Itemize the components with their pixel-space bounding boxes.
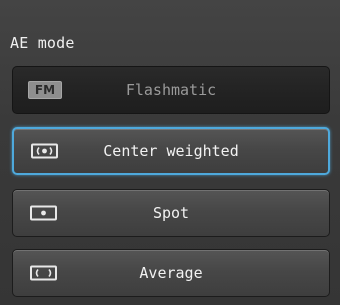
option-label: Center weighted	[103, 142, 239, 160]
option-label: Flashmatic	[125, 81, 217, 99]
option-flashmatic[interactable]: FM Flashmatic	[12, 66, 330, 114]
ae-mode-screen: AE mode FM Flashmatic Center weighted Sp…	[0, 0, 340, 305]
option-average[interactable]: Average	[12, 249, 330, 297]
option-label: Spot	[152, 204, 190, 222]
option-spot[interactable]: Spot	[12, 189, 330, 237]
option-label: Average	[139, 264, 203, 282]
page-title: AE mode	[10, 34, 75, 52]
option-center-weighted[interactable]: Center weighted	[12, 127, 330, 175]
